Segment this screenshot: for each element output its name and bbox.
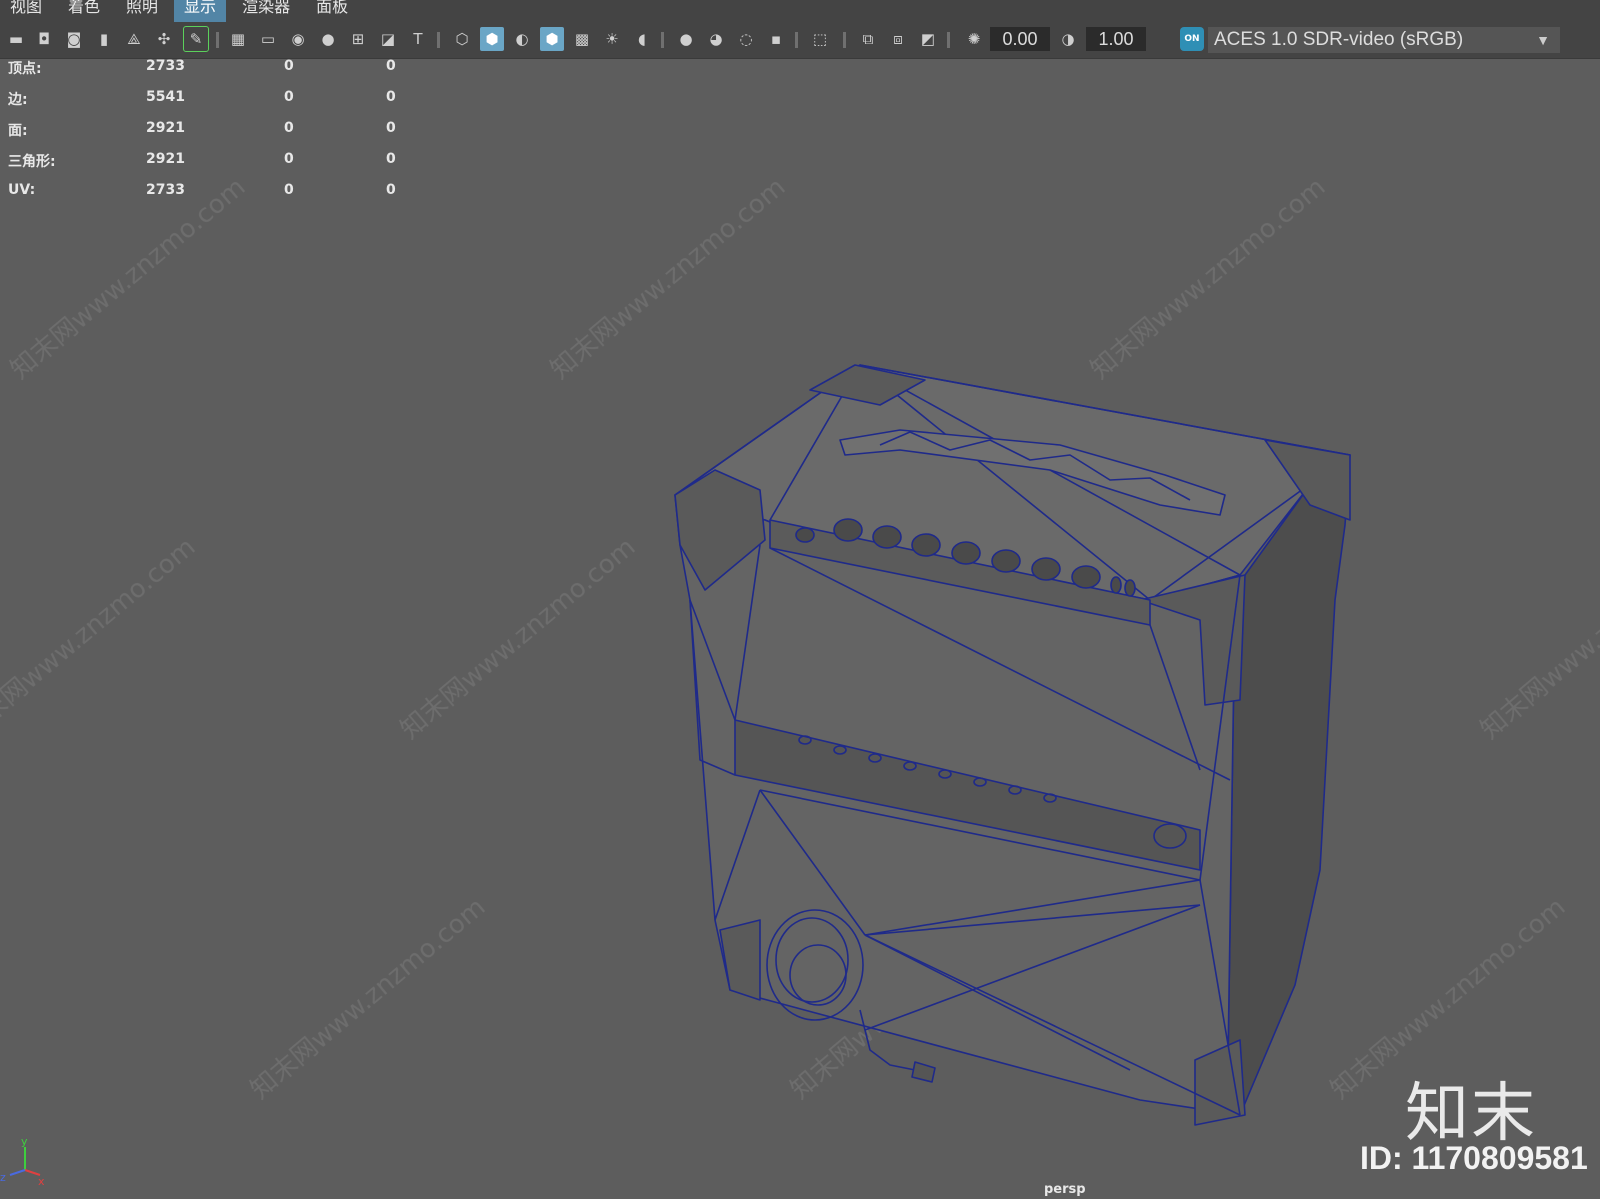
knob	[951, 541, 981, 565]
viewport-canvas[interactable]: 知末网www.znzmo.com 知末网www.znzmo.com 知末网www…	[0, 58, 1600, 1199]
motion-blur-icon[interactable]: ◕	[704, 27, 728, 51]
menu-view[interactable]: 视图	[0, 0, 52, 22]
hud-value: 0	[284, 151, 294, 167]
knob	[991, 549, 1021, 573]
exposure-field[interactable]: 0.00	[990, 27, 1050, 51]
cable-plug	[911, 1061, 936, 1083]
amp-corner-cap	[719, 919, 761, 1001]
field-chart-icon[interactable]: ⊞	[346, 27, 370, 51]
hud-value: 0	[386, 182, 396, 198]
smooth-shade-icon[interactable]: ⬢	[480, 27, 504, 51]
exposure-icon[interactable]: ✺	[962, 27, 986, 51]
menu-bar: 视图 着色 照明 显示 渲染器 面板	[0, 0, 1600, 22]
separator	[437, 32, 440, 48]
menu-show[interactable]: 显示	[174, 0, 227, 22]
axis-gizmo: y z x	[0, 1135, 45, 1185]
screen-space-ao-icon[interactable]: ●	[674, 27, 698, 51]
watermark-text: 知末网www.znzmo.com	[545, 172, 791, 385]
hud-label: 面:	[8, 123, 28, 139]
knob	[1071, 565, 1101, 589]
hud-value: 5541	[146, 89, 185, 105]
separator	[795, 32, 798, 48]
menu-renderer[interactable]: 渲染器	[232, 0, 300, 22]
knob	[795, 527, 815, 543]
hud-value: 2921	[146, 151, 185, 167]
shadows-icon[interactable]: ◖	[630, 27, 654, 51]
watermark-text: 知末网www.znzmo.com	[5, 172, 251, 385]
default-material-icon[interactable]: ◐	[510, 27, 534, 51]
watermark-text: 知末网www.znzmo.com	[1475, 532, 1600, 745]
textured-icon[interactable]: ▩	[570, 27, 594, 51]
axis-x-label: x	[38, 1175, 45, 1185]
panel-toolbar: ▬ ◘ ◙ ▮ ⟁ ✣ ✎ ▦ ▭ ◉ ● ⊞ ◪ T ⬡ ⬢ ◐ ⬢ ▩ ☀ …	[0, 22, 1600, 59]
hud-label: 顶点:	[8, 61, 42, 77]
hud-value: 0	[386, 58, 396, 74]
camera-attributes-icon[interactable]: ◘	[32, 27, 56, 51]
film-gate-icon[interactable]: ▭	[256, 27, 280, 51]
bookmark-icon[interactable]: ▮	[92, 27, 116, 51]
knob	[1031, 557, 1061, 581]
hud-value: 0	[284, 89, 294, 105]
safe-title-icon[interactable]: T	[406, 27, 430, 51]
wireframe-on-shaded-icon[interactable]: ⬢	[540, 27, 564, 51]
amp-model-wireframe[interactable]	[674, 364, 1351, 1126]
knob	[872, 525, 902, 549]
hud-value: 0	[284, 182, 294, 198]
xray-joints-icon[interactable]: ◩	[916, 27, 940, 51]
knob	[1110, 576, 1122, 594]
hud-value: 0	[284, 120, 294, 136]
watermark-text: 知末网www.znzmo.com	[395, 532, 641, 745]
xray-active-icon[interactable]: ⧈	[886, 27, 910, 51]
gamma-icon[interactable]: ◑	[1056, 27, 1080, 51]
depth-of-field-icon[interactable]: ▪	[764, 27, 788, 51]
xray-icon[interactable]: ⧉	[856, 27, 880, 51]
watermark-text: 知末网www.znzmo.com	[0, 532, 201, 745]
image-plane-icon[interactable]: ⟁	[122, 27, 146, 51]
grid-icon[interactable]: ▦	[226, 27, 250, 51]
wireframe-icon[interactable]: ⬡	[450, 27, 474, 51]
watermark-id: ID: 1170809581	[1360, 1140, 1588, 1176]
knob	[911, 533, 941, 557]
isolate-select-icon[interactable]: ⬚	[808, 27, 832, 51]
hud-value: 2921	[146, 120, 185, 136]
gamma-field[interactable]: 1.00	[1086, 27, 1146, 51]
chevron-down-icon[interactable]: ▼	[1536, 27, 1550, 53]
hud-value: 0	[386, 120, 396, 136]
hud-value: 0	[284, 58, 294, 74]
use-all-lights-icon[interactable]: ☀	[600, 27, 624, 51]
hud-value: 0	[386, 151, 396, 167]
view-transform-select[interactable]: ACES 1.0 SDR-video (sRGB) ▼	[1208, 27, 1560, 53]
watermark-text: 知末网www.znzmo.com	[245, 892, 491, 1105]
hud-label: 三角形:	[8, 154, 56, 170]
hud-label: UV:	[8, 182, 36, 198]
camera-name-label: persp	[1044, 1182, 1086, 1197]
separator	[843, 32, 846, 48]
menu-panels[interactable]: 面板	[306, 0, 358, 22]
axis-z-label: z	[0, 1171, 6, 1184]
bookmark-camera-icon[interactable]: ◙	[62, 27, 86, 51]
separator	[216, 32, 219, 48]
axis-z-line	[9, 1169, 26, 1176]
hud-value: 0	[386, 89, 396, 105]
axis-y-label: y	[21, 1135, 28, 1148]
menu-lighting[interactable]: 照明	[116, 0, 168, 22]
safe-action-icon[interactable]: ◪	[376, 27, 400, 51]
separator	[947, 32, 950, 48]
hud-value: 2733	[146, 58, 185, 74]
hud-value: 2733	[146, 182, 185, 198]
resolution-gate-icon[interactable]: ◉	[286, 27, 310, 51]
color-management-toggle[interactable]: ON	[1180, 27, 1204, 51]
2d-pan-zoom-icon[interactable]: ✣	[152, 27, 176, 51]
gate-mask-icon[interactable]: ●	[316, 27, 340, 51]
knob	[1124, 579, 1136, 597]
knob	[833, 518, 863, 542]
separator	[661, 32, 664, 48]
grease-pencil-icon[interactable]: ✎	[183, 26, 209, 52]
select-camera-icon[interactable]: ▬	[4, 27, 28, 51]
watermark-text: 知末网www.znzmo.com	[1085, 172, 1331, 385]
view-transform-label: ACES 1.0 SDR-video (sRGB)	[1214, 29, 1464, 50]
anti-aliasing-icon[interactable]: ◌	[734, 27, 758, 51]
menu-shading[interactable]: 着色	[58, 0, 110, 22]
hud-label: 边:	[8, 92, 28, 108]
